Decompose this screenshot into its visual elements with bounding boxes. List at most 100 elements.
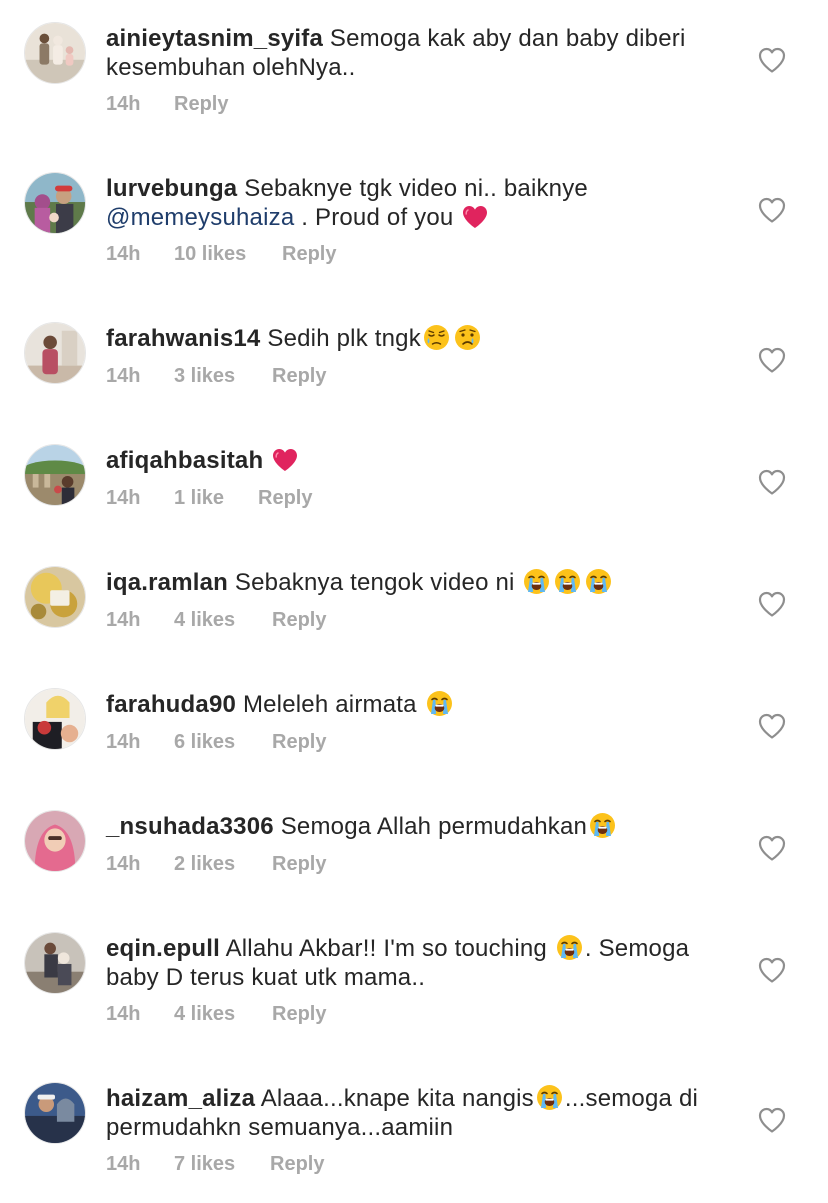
- likes-count[interactable]: 1 like: [174, 487, 224, 510]
- comment-username[interactable]: iqa.ramlan: [106, 569, 228, 596]
- avatar[interactable]: [24, 444, 86, 506]
- avatar[interactable]: [24, 810, 86, 872]
- likes-count[interactable]: 4 likes: [174, 609, 235, 632]
- reply-button[interactable]: Reply: [258, 487, 312, 510]
- avatar[interactable]: [24, 688, 86, 750]
- avatar[interactable]: [24, 172, 86, 234]
- comment-message: Sebaknye tgk video ni.. baiknye: [244, 175, 588, 202]
- like-button[interactable]: [758, 1107, 786, 1133]
- loudly-crying-face-emoji: [536, 1084, 563, 1111]
- avatar[interactable]: [24, 322, 86, 384]
- like-button[interactable]: [758, 197, 786, 223]
- likes-count[interactable]: 10 likes: [174, 243, 246, 266]
- reply-button[interactable]: Reply: [272, 1003, 326, 1026]
- reply-button[interactable]: Reply: [272, 365, 326, 388]
- likes-count[interactable]: 2 likes: [174, 853, 235, 876]
- like-button[interactable]: [758, 469, 786, 495]
- loudly-crying-face-emoji: [523, 568, 550, 595]
- avatar[interactable]: [24, 932, 86, 994]
- avatar-image: [25, 445, 85, 505]
- comment-username[interactable]: _nsuhada3306: [106, 813, 274, 840]
- comment-message: Meleleh airmata: [242, 691, 417, 718]
- comment-username[interactable]: ainieytasnim_syifa: [106, 25, 323, 52]
- loudly-crying-face-emoji: [556, 934, 583, 961]
- comment-message: Sebaknya tengok video ni: [234, 569, 515, 596]
- avatar-image: [25, 567, 85, 627]
- comment-list: ainieytasnim_syifa Semoga kak aby dan ba…: [0, 0, 828, 1203]
- heart-outline-icon: [758, 957, 786, 983]
- reply-button[interactable]: Reply: [272, 853, 326, 876]
- heart-outline-icon: [758, 1107, 786, 1133]
- comment-username[interactable]: afiqahbasitah: [106, 447, 263, 474]
- comment-time: 14h: [106, 1003, 141, 1025]
- likes-count[interactable]: 7 likes: [174, 1153, 235, 1176]
- comment-time: 14h: [106, 609, 141, 631]
- reply-button[interactable]: Reply: [270, 1153, 324, 1176]
- comment-message: Sedih plk tngk: [267, 325, 421, 352]
- red-heart-emoji: [272, 448, 298, 472]
- heart-outline-icon: [758, 197, 786, 223]
- loudly-crying-face-emoji: [554, 568, 581, 595]
- comment-time: 14h: [106, 487, 141, 509]
- heart-outline-icon: [758, 469, 786, 495]
- red-heart-emoji: [462, 205, 488, 229]
- comment-time: 14h: [106, 243, 141, 265]
- comment-time: 14h: [106, 365, 141, 387]
- avatar-image: [25, 689, 85, 749]
- comment-username[interactable]: haizam_aliza: [106, 1085, 255, 1112]
- reply-button[interactable]: Reply: [272, 731, 326, 754]
- heart-outline-icon: [758, 347, 786, 373]
- avatar-image: [25, 173, 85, 233]
- comment-message-cont: . Proud of you: [301, 204, 454, 231]
- comment-username[interactable]: eqin.epull: [106, 935, 220, 962]
- like-button[interactable]: [758, 835, 786, 861]
- avatar[interactable]: [24, 566, 86, 628]
- loudly-crying-face-emoji: [589, 812, 616, 839]
- reply-button[interactable]: Reply: [282, 243, 336, 266]
- comment-username[interactable]: lurvebunga: [106, 175, 237, 202]
- mention-link[interactable]: @memeysuhaiza: [106, 204, 294, 231]
- avatar-image: [25, 811, 85, 871]
- like-button[interactable]: [758, 591, 786, 617]
- heart-outline-icon: [758, 713, 786, 739]
- loudly-crying-face-emoji: [585, 568, 612, 595]
- comment-text: ainieytasnim_syifa Semoga kak aby dan ba…: [106, 24, 726, 82]
- comment-text: lurvebunga Sebaknye tgk video ni.. baikn…: [106, 174, 726, 232]
- comment-time: 14h: [106, 93, 141, 115]
- comment-message: Semoga Allah permudahkan: [280, 813, 588, 840]
- comment-text: farahuda90 Meleleh airmata: [106, 690, 726, 719]
- comment-text: farahwanis14 Sedih plk tngk: [106, 324, 726, 353]
- avatar[interactable]: [24, 1082, 86, 1144]
- loudly-crying-face-emoji: [426, 690, 453, 717]
- comment-text: _nsuhada3306 Semoga Allah permudahkan: [106, 812, 726, 841]
- comment-text: afiqahbasitah: [106, 446, 726, 475]
- likes-count[interactable]: 3 likes: [174, 365, 235, 388]
- reply-button[interactable]: Reply: [174, 93, 228, 116]
- likes-count[interactable]: 6 likes: [174, 731, 235, 754]
- avatar-image: [25, 323, 85, 383]
- comment-text: iqa.ramlan Sebaknya tengok video ni: [106, 568, 726, 597]
- reply-button[interactable]: Reply: [272, 609, 326, 632]
- comment-time: 14h: [106, 853, 141, 875]
- heart-outline-icon: [758, 835, 786, 861]
- heart-outline-icon: [758, 47, 786, 73]
- comment-time: 14h: [106, 1153, 141, 1175]
- comment-message: Allahu Akbar!! I'm so touching: [225, 935, 547, 962]
- comment-message: Alaaa...knape kita nangis: [260, 1085, 534, 1112]
- like-button[interactable]: [758, 347, 786, 373]
- avatar-image: [25, 933, 85, 993]
- avatar-image: [25, 23, 85, 83]
- sad-but-relieved-face-emoji: [423, 324, 450, 351]
- comment-username[interactable]: farahwanis14: [106, 325, 260, 352]
- like-button[interactable]: [758, 713, 786, 739]
- comment-time: 14h: [106, 731, 141, 753]
- heart-outline-icon: [758, 591, 786, 617]
- avatar[interactable]: [24, 22, 86, 84]
- comment-text: haizam_aliza Alaaa...knape kita nangis..…: [106, 1084, 726, 1142]
- likes-count[interactable]: 4 likes: [174, 1003, 235, 1026]
- comment-username[interactable]: farahuda90: [106, 691, 236, 718]
- crying-face-emoji: [454, 324, 481, 351]
- like-button[interactable]: [758, 957, 786, 983]
- like-button[interactable]: [758, 47, 786, 73]
- comment-text: eqin.epull Allahu Akbar!! I'm so touchin…: [106, 934, 726, 992]
